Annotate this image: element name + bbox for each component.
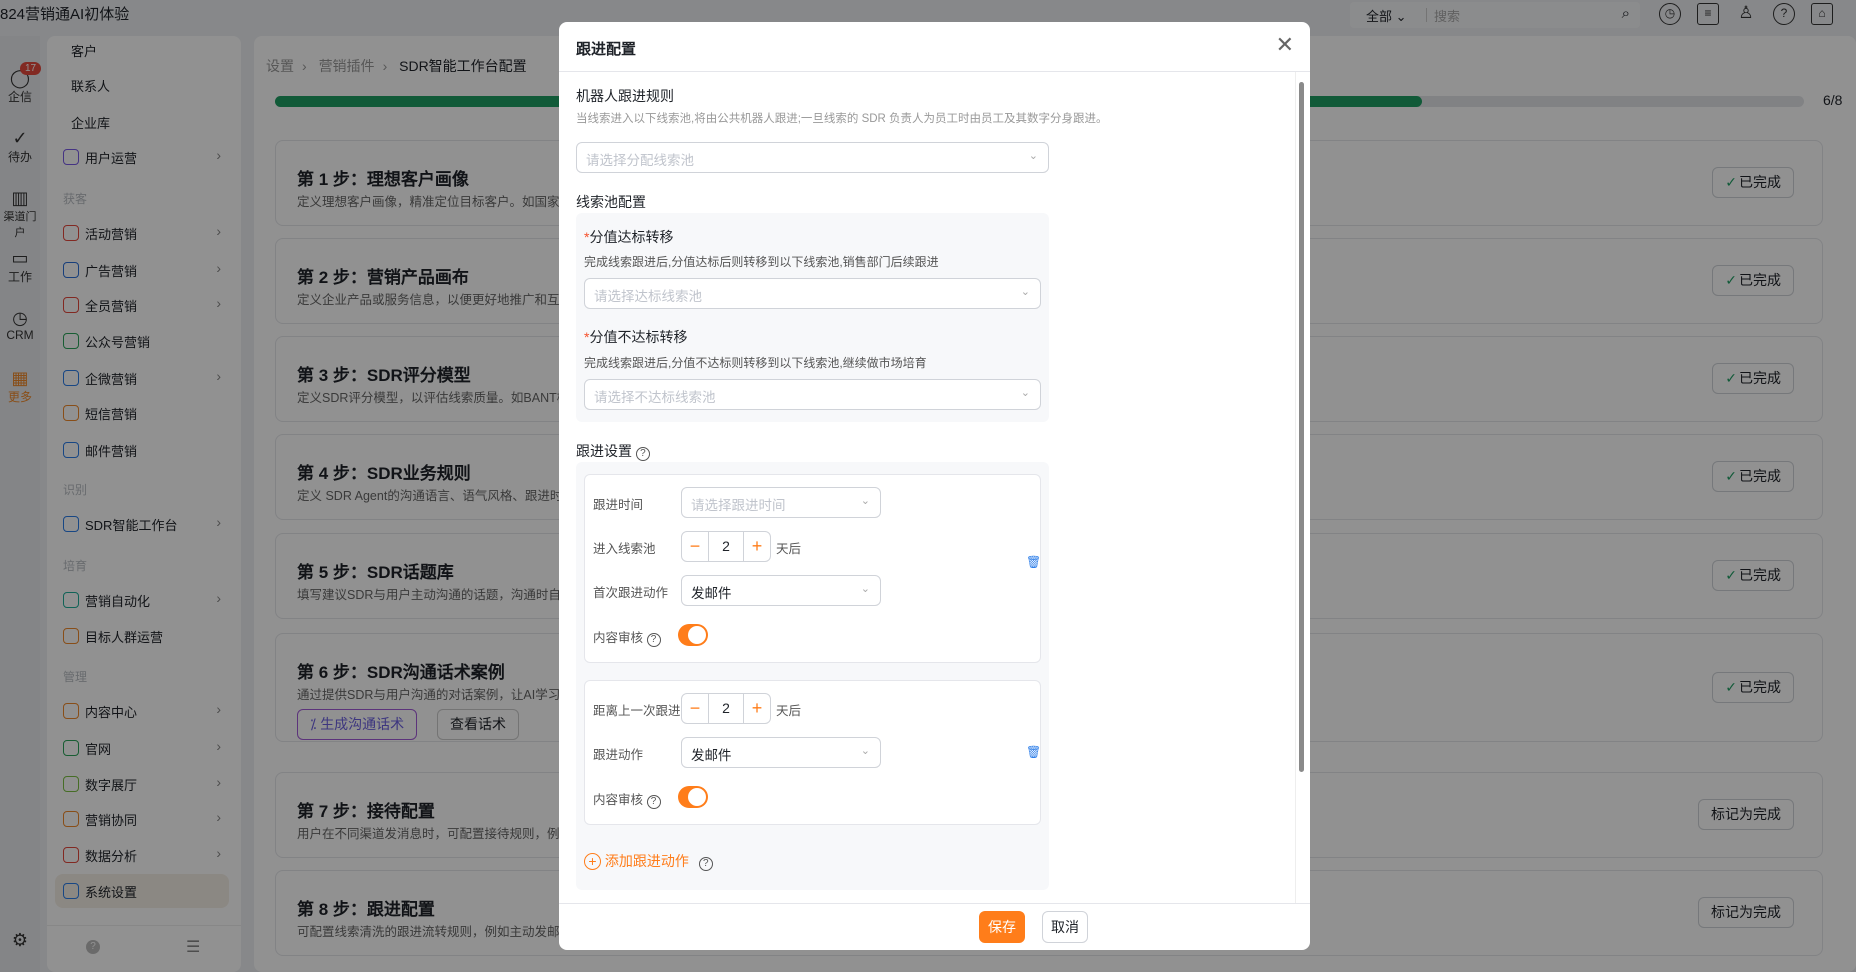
follow-time-select[interactable]: 请选择跟进时间 ⌄ [681,487,881,518]
first-action-label: 首次跟进动作 [593,586,669,600]
minus-icon[interactable]: − [682,694,709,723]
chevron-down-icon: ⌄ [860,583,870,595]
fail-transfer-label: *分值不达标转移 [584,327,687,347]
days-after-label: 天后 [776,542,802,556]
label-text: 分值不达标转移 [589,329,688,345]
chevron-down-icon: ⌄ [1028,150,1038,162]
since-last-days-stepper[interactable]: −2 + [681,693,771,724]
content-review-label: 内容审核 ? [593,789,661,809]
enter-pool-label: 进入线索池 [593,542,656,556]
trash-icon[interactable]: 🗑 [1026,555,1041,569]
follow-config-modal: 跟进配置 ✕ 机器人跟进规则 当线索进入以下线索池,将由公共机器人跟进;一旦线索… [559,22,1310,950]
pass-transfer-desc: 完成线索跟进后,分值达标后则转移到以下线索池,销售部门后续跟进 [584,255,939,269]
chevron-down-icon: ⌄ [1020,286,1030,298]
select-placeholder: 请选择不达标线索池 [594,390,716,405]
label-text: 分值达标转移 [589,229,674,245]
select-value: 发邮件 [691,586,732,601]
first-action-select[interactable]: 发邮件 ⌄ [681,575,881,606]
cancel-button[interactable]: 取消 [1042,911,1088,943]
scroll-track [1295,72,1296,903]
pass-transfer-label: *分值达标转移 [584,227,673,247]
chevron-down-icon: ⌄ [860,745,870,757]
assign-pool-select[interactable]: 请选择分配线索池 ⌄ [576,142,1049,173]
help-icon[interactable]: ? [635,447,650,461]
follow-time-label: 跟进时间 [593,498,644,512]
toggle-knob [688,626,706,644]
fail-pool-select[interactable]: 请选择不达标线索池 ⌄ [584,379,1041,410]
since-last-label: 距离上一次跟进 [593,704,681,718]
follow-action-label: 跟进动作 [593,748,644,762]
days-after-label: 天后 [776,704,802,718]
save-button[interactable]: 保存 [979,911,1025,943]
modal-footer-divider [559,903,1310,904]
label-text: 内容审核 [593,631,644,645]
add-follow-action-button[interactable]: + 添加跟进动作 ? [584,851,713,871]
trash-icon[interactable]: 🗑 [1026,745,1041,759]
modal-header: 跟进配置 ✕ [559,22,1310,72]
help-icon[interactable]: ? [646,633,661,647]
plus-icon[interactable]: + [743,694,770,723]
pool-config-title: 线索池配置 [576,194,646,210]
plus-circle-icon: + [584,853,601,870]
plus-icon[interactable]: + [743,532,770,561]
label-text: 内容审核 [593,793,644,807]
close-icon[interactable]: ✕ [1276,32,1294,58]
stepper-value[interactable]: 2 [709,538,743,554]
follow-settings-title: 跟进设置 ? [576,441,650,461]
button-label: 添加跟进动作 [604,853,689,869]
modal-title: 跟进配置 [576,41,637,58]
stepper-value[interactable]: 2 [709,700,743,716]
help-icon[interactable]: ? [646,795,661,809]
select-placeholder: 请选择跟进时间 [691,498,786,513]
fail-transfer-desc: 完成线索跟进后,分值不达标则转移到以下线索池,继续做市场培育 [584,356,927,370]
chevron-down-icon: ⌄ [1020,387,1030,399]
follow-action-select[interactable]: 发邮件 ⌄ [681,737,881,768]
enter-pool-days-stepper[interactable]: −2 + [681,531,771,562]
pass-pool-select[interactable]: 请选择达标线索池 ⌄ [584,278,1041,309]
label-text: 跟进设置 [576,443,632,459]
minus-icon[interactable]: − [682,532,709,561]
content-review-label: 内容审核 ? [593,627,661,647]
robot-rule-desc: 当线索进入以下线索池,将由公共机器人跟进;一旦线索的 SDR 负责人为员工时由员… [576,113,1108,125]
scrollbar[interactable] [1299,82,1304,772]
select-placeholder: 请选择达标线索池 [594,289,702,304]
content-review-toggle[interactable] [678,786,708,808]
toggle-knob [688,788,706,806]
robot-rule-title: 机器人跟进规则 [576,88,674,104]
select-value: 发邮件 [691,748,732,763]
select-placeholder: 请选择分配线索池 [586,153,694,168]
content-review-toggle[interactable] [678,624,708,646]
help-icon[interactable]: ? [698,857,713,871]
chevron-down-icon: ⌄ [860,495,870,507]
